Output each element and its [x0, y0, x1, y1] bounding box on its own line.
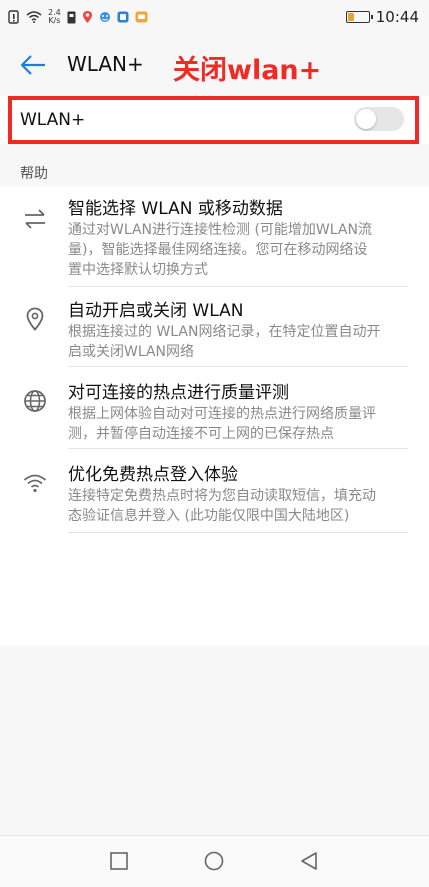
back-arrow-icon[interactable]	[18, 50, 48, 80]
help-list: 智能选择 WLAN 或移动数据 通过对WLAN进行连接性检测 (可能增加WLAN…	[0, 186, 429, 646]
wifi-icon	[23, 474, 47, 493]
desc-line: 置中选择默认切换方式	[68, 262, 208, 278]
desc-line: 量)，智能选择最佳网络连接。您可在移动网络设	[68, 242, 368, 258]
help-item-desc: 根据连接过的 WLAN网络记录，在特定位置自动开 启或关闭WLAN网络	[68, 322, 413, 362]
help-item-title: 对可连接的热点进行质量评测	[68, 383, 289, 403]
divider	[68, 532, 408, 533]
help-item-title: 优化免费热点登入体验	[68, 465, 238, 485]
help-item-desc: 根据上网体验自动对可连接的热点进行网络质量评 测，并暂停自动连接不可上网的已保存…	[68, 404, 413, 444]
toggle-knob	[356, 109, 376, 129]
divider	[68, 366, 408, 367]
help-item-desc: 通过对WLAN进行连接性检测 (可能增加WLAN流 量)，智能选择最佳网络连接。…	[68, 220, 413, 280]
desc-line: 通过对WLAN进行连接性检测 (可能增加WLAN流	[68, 222, 372, 238]
app-icon	[99, 11, 110, 22]
recent-apps-icon[interactable]	[108, 850, 130, 872]
status-icons-left: 2.4 K/s	[8, 9, 148, 25]
help-heading: 帮助	[20, 166, 48, 182]
back-icon[interactable]	[298, 850, 320, 872]
app-header: WLAN+ 关闭wlan+	[0, 38, 429, 92]
desc-line: 根据连接过的 WLAN网络记录，在特定位置自动开	[68, 324, 381, 340]
wlan-plus-toggle[interactable]	[354, 107, 404, 131]
wlan-plus-row[interactable]: WLAN+	[0, 96, 429, 144]
location-icon	[82, 11, 92, 23]
desc-line: 态验证信息并登入 (此功能仅限中国大陆地区)	[68, 508, 350, 524]
divider	[68, 448, 408, 449]
message-icon	[135, 11, 148, 23]
speed-unit: K/s	[48, 16, 61, 25]
desc-line: 测，并暂停自动连接不可上网的已保存热点	[68, 426, 334, 442]
globe-icon	[24, 390, 46, 412]
signal-icon	[8, 10, 19, 24]
help-item-title: 智能选择 WLAN 或移动数据	[68, 199, 283, 219]
navigation-bar	[0, 835, 429, 887]
annotation-label: 关闭wlan+	[173, 55, 322, 86]
desc-line: 根据上网体验自动对可连接的热点进行网络质量评	[68, 406, 376, 422]
wlan-plus-label: WLAN+	[20, 110, 86, 130]
battery-level	[347, 13, 355, 21]
app-icon-2	[117, 11, 129, 23]
sim-icon	[67, 11, 76, 23]
clock: 10:44	[375, 8, 419, 26]
desc-line: 启或关闭WLAN网络	[68, 344, 195, 360]
divider	[68, 286, 408, 287]
network-speed: 2.4 K/s	[48, 9, 61, 25]
help-item-title: 自动开启或关闭 WLAN	[68, 301, 244, 321]
location-pin-icon	[26, 307, 44, 331]
switch-arrows-icon	[25, 209, 45, 229]
desc-line: 连接特定免费热点时将为您自动读取短信，填充动	[68, 488, 376, 504]
battery-icon	[345, 11, 373, 23]
status-bar: 2.4 K/s 10:44	[0, 0, 429, 38]
wifi-icon	[26, 11, 42, 23]
help-item-desc: 连接特定免费热点时将为您自动读取短信，填充动 态验证信息并登入 (此功能仅限中国…	[68, 486, 413, 526]
page-title: WLAN+	[67, 52, 144, 76]
home-icon[interactable]	[203, 850, 225, 872]
status-icons-right: 10:44	[345, 8, 419, 26]
